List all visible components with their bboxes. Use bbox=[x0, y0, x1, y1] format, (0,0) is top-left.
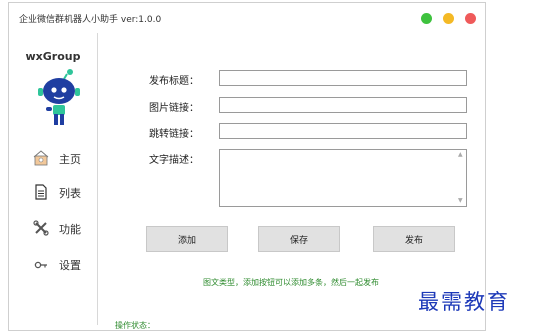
robot-mascot-icon bbox=[38, 69, 80, 125]
sidebar-item-label: 主页 bbox=[59, 153, 81, 166]
sidebar-item-label: 设置 bbox=[59, 259, 81, 272]
document-icon bbox=[35, 184, 47, 200]
sidebar: wxGroup 主页 列表 功能 设置 bbox=[9, 33, 98, 325]
status-label: 操作状态： bbox=[115, 321, 155, 330]
window-title: 企业微信群机器人小助手 ver:1.0.0 bbox=[19, 15, 162, 25]
publish-button[interactable]: 发布 bbox=[373, 226, 455, 252]
app-window: 企业微信群机器人小助手 ver:1.0.0 wxGroup 主页 列表 功能 设… bbox=[8, 2, 486, 331]
sidebar-item-home[interactable]: 主页 bbox=[33, 149, 97, 167]
description-label: 文字描述： bbox=[149, 155, 199, 166]
scroll-up-icon[interactable]: ▲ bbox=[458, 152, 463, 158]
add-button[interactable]: 添加 bbox=[146, 226, 228, 252]
brand-name: wxGroup bbox=[25, 50, 81, 63]
save-button[interactable]: 保存 bbox=[258, 226, 340, 252]
close-button[interactable] bbox=[465, 13, 476, 24]
title-input[interactable] bbox=[219, 70, 467, 86]
title-bar[interactable]: 企业微信群机器人小助手 ver:1.0.0 bbox=[9, 3, 485, 33]
key-icon bbox=[34, 261, 47, 269]
watermark-text: 最需教育 bbox=[418, 290, 510, 314]
sidebar-item-functions[interactable]: 功能 bbox=[33, 219, 97, 237]
description-scrollbar[interactable]: ▲ ▼ bbox=[456, 150, 466, 206]
home-icon bbox=[33, 150, 49, 166]
description-textarea[interactable] bbox=[219, 149, 467, 207]
main-panel: 发布标题： 图片链接： 跳转链接： 文字描述： ▲ ▼ 添加 保存 发布 图文类… bbox=[97, 33, 485, 330]
status-bar: 操作状态： bbox=[115, 320, 159, 331]
title-label: 发布标题： bbox=[149, 76, 199, 87]
image-link-label: 图片链接： bbox=[149, 103, 199, 114]
minimize-button[interactable] bbox=[421, 13, 432, 24]
jump-link-input[interactable] bbox=[219, 123, 467, 139]
sidebar-item-list[interactable]: 列表 bbox=[33, 183, 97, 201]
sidebar-item-settings[interactable]: 设置 bbox=[33, 255, 97, 273]
image-link-input[interactable] bbox=[219, 97, 467, 113]
tools-icon bbox=[33, 220, 49, 236]
sidebar-item-label: 列表 bbox=[59, 187, 81, 200]
scroll-down-icon[interactable]: ▼ bbox=[458, 198, 463, 204]
maximize-button[interactable] bbox=[443, 13, 454, 24]
sidebar-item-label: 功能 bbox=[59, 223, 81, 236]
jump-link-label: 跳转链接： bbox=[149, 129, 199, 140]
